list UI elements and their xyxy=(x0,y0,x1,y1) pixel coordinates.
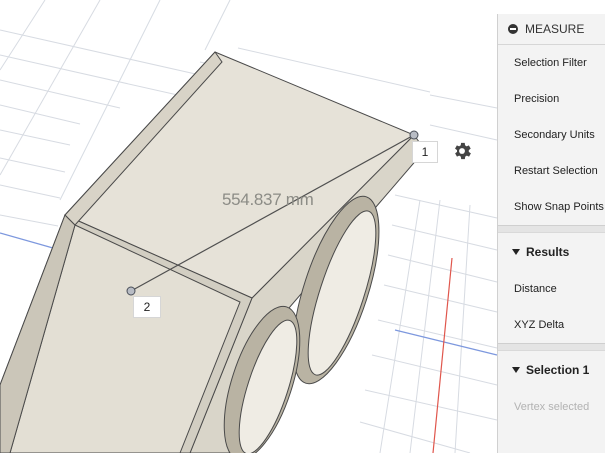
option-label: Secondary Units xyxy=(514,129,595,141)
measurement-value-label: 554.837 mm xyxy=(222,190,314,209)
precision-row[interactable]: Precision xyxy=(498,81,605,117)
option-label: Precision xyxy=(514,93,560,105)
option-label: Restart Selection xyxy=(514,165,598,177)
result-label: Distance xyxy=(514,283,557,295)
option-label: Selection Filter xyxy=(514,57,587,69)
section-divider xyxy=(498,343,605,351)
minus-circle-icon[interactable] xyxy=(508,24,518,34)
point1-label[interactable]: 1 xyxy=(412,141,438,163)
results-section-header[interactable]: Results xyxy=(498,233,605,271)
triangle-down-icon[interactable] xyxy=(512,249,520,255)
measure-panel-header[interactable]: MEASURE xyxy=(498,14,605,45)
secondary-units-row[interactable]: Secondary Units xyxy=(498,117,605,153)
section-divider xyxy=(498,225,605,233)
blue-axis-line-right xyxy=(394,329,498,356)
option-label: Show Snap Points xyxy=(514,201,604,213)
selection1-section-header[interactable]: Selection 1 xyxy=(498,351,605,389)
gear-icon[interactable] xyxy=(451,140,473,162)
selection-filter-row[interactable]: Selection Filter xyxy=(498,45,605,81)
xyz-delta-row: XYZ Delta xyxy=(498,307,605,343)
point1-marker[interactable] xyxy=(409,130,419,140)
restart-selection-row[interactable]: Restart Selection xyxy=(498,153,605,189)
point2-marker[interactable] xyxy=(126,286,136,296)
measure-panel: MEASURE Selection Filter Precision Secon… xyxy=(497,14,605,453)
status-text: Vertex selected xyxy=(514,401,590,413)
red-axis-line xyxy=(432,257,453,454)
results-heading: Results xyxy=(526,245,570,259)
blue-axis-line xyxy=(0,232,61,251)
selection1-status: Vertex selected xyxy=(498,389,605,425)
distance-row: Distance xyxy=(498,271,605,307)
selection1-heading: Selection 1 xyxy=(526,363,590,377)
3d-block-model[interactable] xyxy=(0,51,426,458)
panel-title: MEASURE xyxy=(525,22,585,36)
triangle-down-icon[interactable] xyxy=(512,367,520,373)
show-snap-points-row[interactable]: Show Snap Points xyxy=(498,189,605,225)
point2-label[interactable]: 2 xyxy=(133,296,161,318)
result-label: XYZ Delta xyxy=(514,319,565,331)
